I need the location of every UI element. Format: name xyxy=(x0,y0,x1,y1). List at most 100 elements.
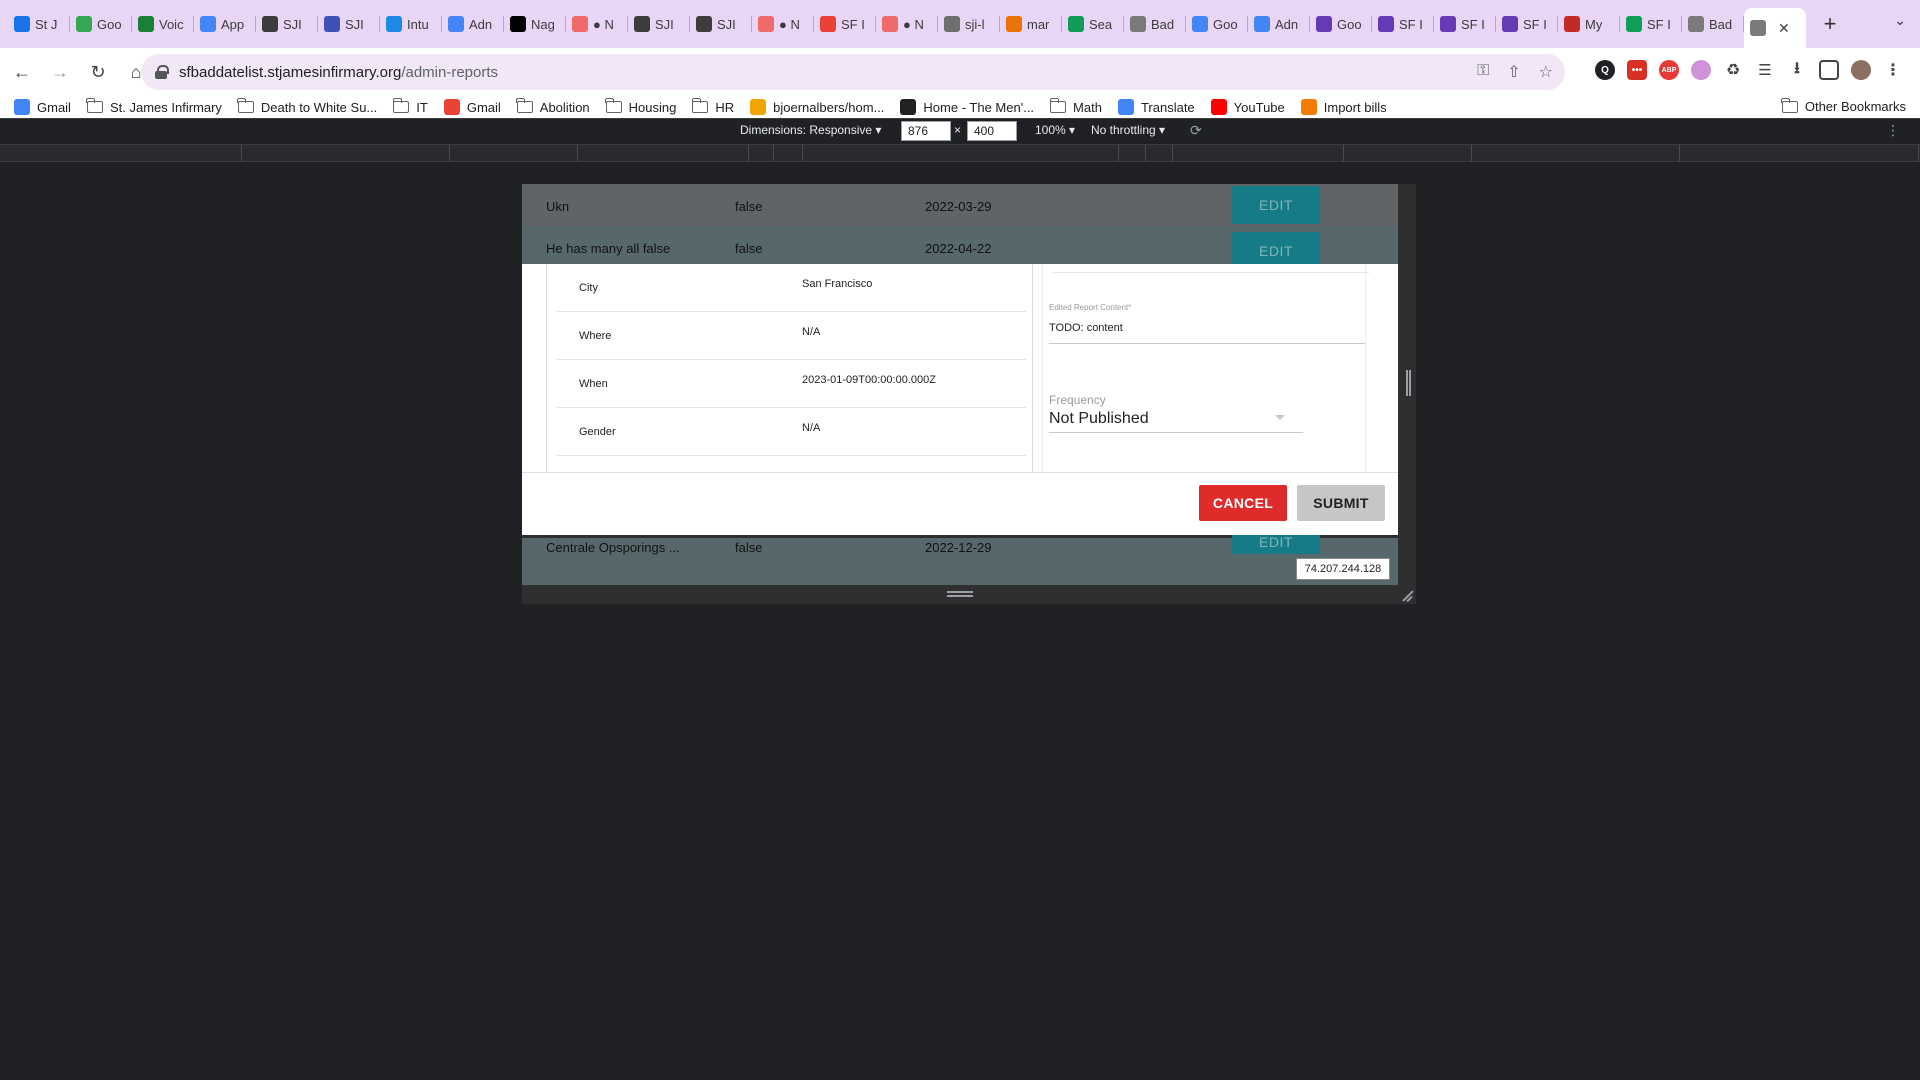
bookmark-item[interactable]: Death to White Su... xyxy=(237,98,378,115)
media-icon[interactable]: ☰ xyxy=(1755,60,1775,80)
browser-tab[interactable]: App xyxy=(194,7,256,41)
avatar[interactable] xyxy=(1851,60,1871,80)
browser-tab[interactable]: Adn xyxy=(442,7,504,41)
tab-label: sji-l xyxy=(965,16,985,32)
browser-tab[interactable]: Adn xyxy=(1248,7,1310,41)
star-icon[interactable]: ☆ xyxy=(1539,62,1553,82)
browser-tab[interactable]: SJI xyxy=(690,7,752,41)
film-icon xyxy=(900,99,917,115)
bookmark-item[interactable]: Home - The Men'... xyxy=(900,99,1034,115)
zoom-select[interactable]: 100% ▾ xyxy=(1035,123,1075,137)
browser-tab[interactable]: Goo xyxy=(1186,7,1248,41)
browser-tab[interactable]: SF I xyxy=(1496,7,1558,41)
extension-q-icon[interactable]: Q xyxy=(1595,60,1615,80)
tab-label: SF I xyxy=(1461,16,1485,32)
browser-tab[interactable]: mar xyxy=(1000,7,1062,41)
key-icon[interactable]: ⚿ xyxy=(1477,62,1489,82)
bookmark-item[interactable]: bjoernalbers/hom... xyxy=(750,99,884,115)
forms-icon xyxy=(1316,16,1332,32)
detail-row-when: When 2023-01-09T00:00:00.000Z xyxy=(556,360,1026,408)
bookmark-item[interactable]: Math xyxy=(1049,98,1102,115)
browser-tab[interactable]: Goo xyxy=(1310,7,1372,41)
download-icon[interactable]: ⭳ xyxy=(1787,60,1807,80)
resize-handle-right[interactable] xyxy=(1406,370,1411,396)
bookmark-item[interactable]: IT xyxy=(392,98,428,115)
bookmark-item[interactable]: Housing xyxy=(605,98,676,115)
address-bar[interactable]: sfbaddatelist.stjamesinfirmary.org/admin… xyxy=(141,54,1565,90)
browser-tab[interactable]: ✕ xyxy=(1744,8,1806,48)
bookmark-item[interactable]: Translate xyxy=(1117,99,1195,115)
device-toolbar: Dimensions: Responsive ▾ 876 × 400 100% … xyxy=(0,118,1920,144)
device-menu-icon[interactable]: ⋮ xyxy=(1886,122,1900,139)
throttle-select[interactable]: No throttling ▾ xyxy=(1091,123,1165,137)
resize-handle-corner[interactable] xyxy=(1402,590,1414,602)
bookmark-label: Abolition xyxy=(539,99,590,115)
google-icon xyxy=(1192,16,1208,32)
browser-tab[interactable]: SF I xyxy=(1620,7,1682,41)
cancel-button[interactable]: CANCEL xyxy=(1199,485,1287,521)
new-tab-button[interactable]: + xyxy=(1814,8,1846,40)
puzzle-icon[interactable]: ♻ xyxy=(1723,60,1743,80)
address-host: sfbaddatelist.stjamesinfirmary.org xyxy=(179,63,402,81)
browser-tab[interactable]: sji-l xyxy=(938,7,1000,41)
forward-button[interactable]: → xyxy=(44,56,76,88)
browser-tab[interactable]: Goo xyxy=(70,7,132,41)
extension-circle-icon[interactable] xyxy=(1691,60,1711,80)
browser-tab[interactable]: SJI xyxy=(318,7,380,41)
browser-tab[interactable]: ● N xyxy=(566,7,628,41)
edit-button[interactable]: EDIT xyxy=(1232,186,1320,224)
browser-tab[interactable]: SJI xyxy=(256,7,318,41)
chevron-down-icon[interactable] xyxy=(1275,415,1285,420)
browser-tab[interactable]: ● N xyxy=(876,7,938,41)
globe-icon xyxy=(386,16,402,32)
height-input[interactable]: 400 xyxy=(967,121,1017,141)
browser-tab[interactable]: SJI xyxy=(628,7,690,41)
browser-tab[interactable]: SF I xyxy=(1372,7,1434,41)
browser-tab[interactable]: Nag xyxy=(504,7,566,41)
browser-tab[interactable]: ● N xyxy=(752,7,814,41)
browser-tab[interactable]: Bad xyxy=(1682,7,1744,41)
report-details-panel[interactable]: City San Francisco Where N/A When 2023-0… xyxy=(522,264,1033,472)
dimensions-select[interactable]: Dimensions: Responsive ▾ xyxy=(740,123,881,137)
submit-button[interactable]: SUBMIT xyxy=(1297,485,1385,521)
browser-tab[interactable]: St J xyxy=(8,7,70,41)
close-icon[interactable]: ✕ xyxy=(1778,20,1790,37)
sidepanel-icon[interactable] xyxy=(1819,60,1839,80)
asana-icon xyxy=(882,16,898,32)
browser-tab[interactable]: My xyxy=(1558,7,1620,41)
bookmark-item[interactable]: Gmail xyxy=(443,99,501,115)
bookmark-item[interactable]: YouTube xyxy=(1210,99,1285,115)
address-path: /admin-reports xyxy=(401,63,499,81)
frequency-select[interactable]: Not Published xyxy=(1049,410,1149,428)
bookmark-label: Gmail xyxy=(466,99,501,115)
resize-handle-bottom[interactable] xyxy=(947,591,973,597)
bookmark-label: Death to White Su... xyxy=(260,99,378,115)
browser-tab[interactable]: Voic xyxy=(132,7,194,41)
browser-tab[interactable]: SF I xyxy=(814,7,876,41)
other-bookmarks[interactable]: Other Bookmarks xyxy=(1781,97,1906,114)
extension-lastpass-icon[interactable]: ••• xyxy=(1627,60,1647,80)
bookmark-item[interactable]: HR xyxy=(691,98,734,115)
browser-tab[interactable]: SF I xyxy=(1434,7,1496,41)
rotate-icon[interactable]: ⟳ xyxy=(1190,122,1202,139)
reload-button[interactable]: ↻ xyxy=(82,56,114,88)
adblock-icon[interactable]: ABP xyxy=(1659,60,1679,80)
bookmark-item[interactable]: St. James Infirmary xyxy=(86,98,222,115)
sji-icon xyxy=(634,16,650,32)
share-icon[interactable]: ⇧ xyxy=(1507,62,1520,82)
browser-tab[interactable]: Sea xyxy=(1062,7,1124,41)
back-button[interactable]: ← xyxy=(6,56,38,88)
tab-label: SF I xyxy=(841,16,865,32)
kebab-menu-icon[interactable]: ⋮ xyxy=(1883,60,1903,80)
browser-tab[interactable]: Bad xyxy=(1124,7,1186,41)
content-input[interactable]: TODO: content xyxy=(1049,322,1123,334)
bookmark-item[interactable]: Gmail xyxy=(14,99,71,115)
row-date: 2022-03-29 xyxy=(925,199,992,214)
width-input[interactable]: 876 xyxy=(901,121,951,141)
browser-tab[interactable]: Intu xyxy=(380,7,442,41)
media-query-ruler[interactable] xyxy=(0,144,1920,162)
detail-key: Gender xyxy=(579,426,616,438)
tab-search-chevron-icon[interactable]: ⌄ xyxy=(1894,12,1906,29)
bookmark-item[interactable]: Abolition xyxy=(516,98,590,115)
bookmark-item[interactable]: Import bills xyxy=(1300,99,1387,115)
